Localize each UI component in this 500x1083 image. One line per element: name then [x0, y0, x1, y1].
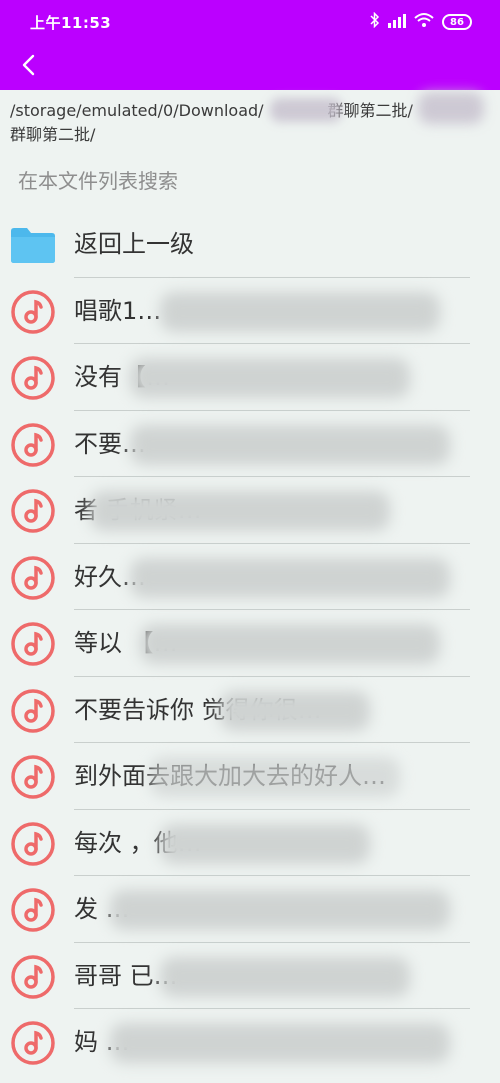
status-bar: 上午11:53 86	[0, 0, 500, 44]
music-icon	[8, 1018, 58, 1068]
list-item[interactable]: 等以 【…	[0, 610, 500, 677]
list-item[interactable]: 唱歌1…	[0, 278, 500, 345]
list-item[interactable]: 者 手机紧…	[0, 477, 500, 544]
folder-icon	[8, 220, 58, 270]
music-icon	[8, 686, 58, 736]
redaction-mask	[270, 98, 342, 122]
list-item[interactable]: 不要告诉你 觉得你很…	[0, 677, 500, 744]
list-item-label: 返回上一级	[74, 230, 194, 258]
wifi-icon	[414, 12, 434, 32]
bluetooth-icon	[370, 11, 380, 32]
redaction-mask	[110, 890, 450, 930]
list-item[interactable]: 好久…	[0, 544, 500, 611]
list-item[interactable]: 哥哥 已…	[0, 943, 500, 1010]
redaction-mask	[220, 690, 370, 731]
music-icon	[8, 819, 58, 869]
list-item[interactable]: 没有【…	[0, 344, 500, 411]
search-placeholder: 在本文件列表搜索	[18, 168, 178, 193]
music-icon	[8, 353, 58, 403]
redaction-mask	[130, 424, 450, 465]
music-icon	[8, 420, 58, 470]
redaction-mask	[160, 956, 410, 997]
list-item[interactable]: 不要…	[0, 411, 500, 478]
music-icon	[8, 287, 58, 337]
redaction-mask	[130, 557, 450, 598]
status-icons: 86	[370, 11, 472, 33]
chevron-left-icon	[22, 54, 35, 76]
back-button[interactable]	[12, 48, 46, 82]
redaction-mask	[110, 1023, 450, 1063]
list-item[interactable]: 每次 ，他…	[0, 810, 500, 877]
redaction-mask	[418, 92, 484, 124]
redaction-mask	[160, 291, 440, 332]
list-item[interactable]: 妈 …	[0, 1009, 500, 1076]
redaction-mask	[90, 491, 390, 531]
file-list: 返回上一级 唱歌1… 没有【… 不要… 者 手机紧… 好久… 等以 【… 不要告…	[0, 211, 500, 1076]
battery-indicator: 86	[442, 14, 472, 30]
search-input[interactable]: 在本文件列表搜索	[18, 163, 478, 195]
list-item[interactable]: 发 …	[0, 876, 500, 943]
music-icon	[8, 752, 58, 802]
redaction-mask	[160, 823, 370, 864]
music-icon	[8, 952, 58, 1002]
music-icon	[8, 885, 58, 935]
redaction-mask	[140, 624, 440, 664]
music-icon	[8, 486, 58, 536]
status-time: 上午11:53	[30, 14, 112, 32]
app-bar	[0, 44, 500, 90]
redaction-mask	[150, 757, 400, 797]
list-item[interactable]: 到外面去跟大加大去的好人…	[0, 743, 500, 810]
list-item-up-folder[interactable]: 返回上一级	[0, 211, 500, 278]
signal-icon	[388, 13, 406, 31]
music-icon	[8, 553, 58, 603]
redaction-mask	[130, 358, 410, 398]
music-icon	[8, 619, 58, 669]
